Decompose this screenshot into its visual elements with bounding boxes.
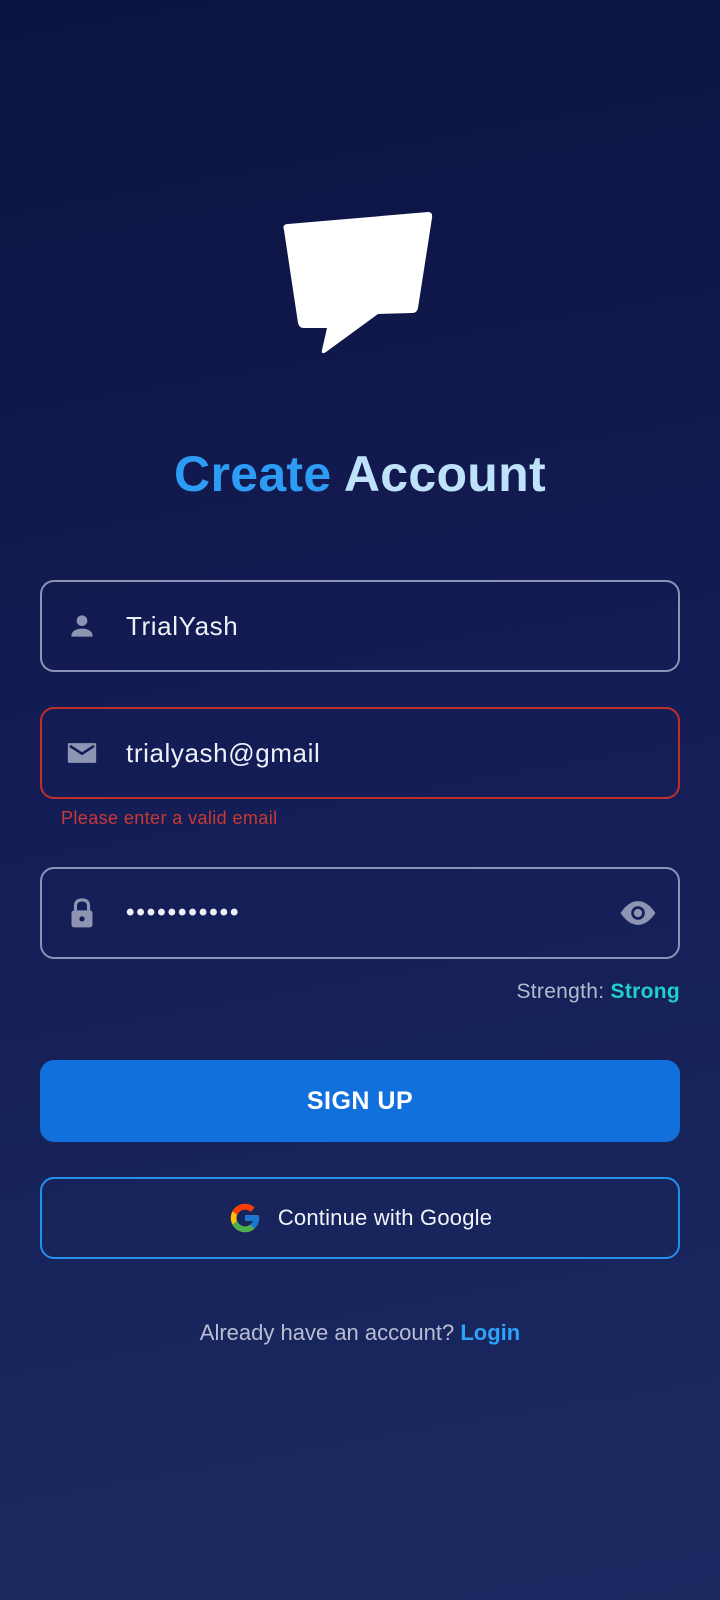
title-word-create: Create xyxy=(174,446,332,502)
email-field[interactable]: trialyash@gmail xyxy=(40,707,680,799)
google-icon xyxy=(228,1201,262,1235)
mail-icon xyxy=(64,735,100,771)
strength-value: Strong xyxy=(610,980,680,1003)
login-prompt: Already have an account? Login xyxy=(0,1320,720,1346)
username-value[interactable]: TrialYash xyxy=(126,611,678,642)
password-value[interactable]: ••••••••••• xyxy=(126,899,618,927)
google-button-label: Continue with Google xyxy=(277,1205,493,1230)
password-strength: Strength: Strong xyxy=(516,980,680,1004)
strength-label: Strength: xyxy=(516,980,605,1003)
sign-up-button[interactable]: SIGN UP xyxy=(40,1060,680,1142)
login-prompt-text: Already have an account? xyxy=(199,1320,455,1345)
email-value[interactable]: trialyash@gmail xyxy=(126,738,678,769)
password-field[interactable]: ••••••••••• xyxy=(40,867,680,959)
title-word-account: Account xyxy=(343,446,546,502)
username-field[interactable]: TrialYash xyxy=(40,580,680,672)
speech-bubble-logo-icon xyxy=(280,212,440,362)
person-icon xyxy=(64,608,100,644)
page-title: Create Account xyxy=(0,444,720,504)
login-link[interactable]: Login xyxy=(460,1320,520,1345)
lock-icon xyxy=(64,895,100,931)
eye-icon[interactable] xyxy=(618,893,658,933)
continue-with-google-button[interactable]: Continue with Google xyxy=(40,1177,680,1259)
email-error-message: Please enter a valid email xyxy=(61,808,278,828)
create-account-screen: Create Account TrialYash trialyash@gmail… xyxy=(0,0,720,1600)
